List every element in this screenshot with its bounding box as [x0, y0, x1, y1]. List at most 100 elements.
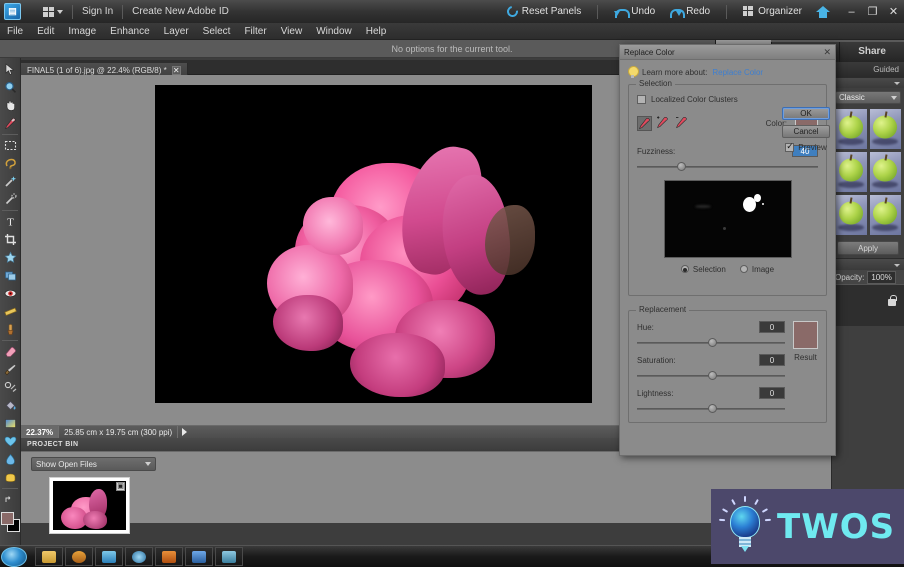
menu-select[interactable]: Select — [196, 23, 238, 40]
crop-tool[interactable] — [1, 231, 20, 248]
brush-tool[interactable] — [1, 361, 20, 378]
radio-selection[interactable]: Selection — [681, 265, 726, 274]
layer-list-item[interactable] — [832, 284, 904, 326]
move-tool[interactable] — [1, 61, 20, 78]
photo-canvas[interactable] — [155, 85, 592, 403]
zoom-level[interactable]: 22.37% — [21, 426, 59, 439]
organizer-button[interactable]: Organizer — [736, 6, 809, 17]
lightness-slider[interactable] — [637, 404, 785, 414]
sign-in-link[interactable]: Sign In — [82, 6, 113, 17]
eyedropper-add-icon[interactable] — [656, 116, 671, 131]
close-icon[interactable]: ✕ — [823, 48, 831, 57]
shape-tool[interactable] — [1, 433, 20, 450]
radio-image-input[interactable] — [740, 265, 748, 273]
bin-thumbnail[interactable]: ▣ — [49, 477, 130, 534]
paint-bucket-tool[interactable] — [1, 397, 20, 414]
taskbar-browser-icon[interactable] — [125, 547, 153, 566]
hue-slider[interactable] — [637, 338, 785, 348]
start-button-icon[interactable] — [1, 547, 27, 567]
eraser-tool[interactable] — [1, 343, 20, 360]
effect-thumbnail[interactable] — [835, 195, 867, 235]
menu-window[interactable]: Window — [309, 23, 359, 40]
menu-help[interactable]: Help — [359, 23, 394, 40]
healing-brush-tool[interactable] — [1, 321, 20, 338]
menu-file[interactable]: File — [0, 23, 30, 40]
hand-tool[interactable] — [1, 97, 20, 114]
swap-colors-icon[interactable] — [1, 491, 20, 508]
eyedropper-subtract-icon[interactable] — [675, 116, 690, 131]
lightness-input[interactable]: 0 — [759, 387, 785, 399]
red-eye-tool[interactable] — [1, 285, 20, 302]
minimize-button[interactable]: – — [841, 0, 862, 23]
reset-panels-button[interactable]: Reset Panels — [500, 6, 588, 17]
home-button[interactable] — [809, 6, 837, 18]
localized-color-clusters-checkbox[interactable] — [637, 95, 646, 104]
effect-thumbnail[interactable] — [870, 152, 902, 192]
close-icon[interactable]: ✕ — [172, 66, 181, 75]
preview-checkbox[interactable] — [785, 143, 794, 152]
taskbar-media-player-icon[interactable] — [65, 547, 93, 566]
selection-preview[interactable] — [664, 180, 792, 258]
guided-mode-label[interactable]: Guided — [873, 65, 899, 74]
color-swatches[interactable] — [1, 512, 20, 534]
marquee-tool[interactable] — [1, 137, 20, 154]
layout-grid-button[interactable] — [43, 7, 63, 17]
blur-tool[interactable] — [1, 451, 20, 468]
restore-button[interactable]: ❐ — [862, 0, 883, 23]
radio-selection-input[interactable] — [681, 265, 689, 273]
slider-knob[interactable] — [708, 338, 717, 347]
undo-button[interactable]: Undo — [607, 6, 662, 17]
saturation-input[interactable]: 0 — [759, 354, 785, 366]
cancel-button[interactable]: Cancel — [782, 125, 830, 138]
effect-thumbnail[interactable] — [870, 109, 902, 149]
slider-knob[interactable] — [708, 371, 717, 380]
create-adobe-id-link[interactable]: Create New Adobe ID — [132, 6, 229, 17]
effect-thumbnail[interactable] — [835, 109, 867, 149]
taskbar-photoshop-icon[interactable] — [155, 547, 183, 566]
tab-share[interactable]: Share — [839, 42, 904, 62]
type-tool[interactable]: T — [1, 213, 20, 230]
gradient-tool[interactable] — [1, 415, 20, 432]
foreground-color-swatch[interactable] — [1, 512, 14, 525]
recompose-tool[interactable] — [1, 267, 20, 284]
hue-input[interactable]: 0 — [759, 321, 785, 333]
bin-filter-select[interactable]: Show Open Files — [31, 457, 156, 471]
taskbar-explorer-icon[interactable] — [35, 547, 63, 566]
slider-knob[interactable] — [677, 162, 686, 171]
menu-edit[interactable]: Edit — [30, 23, 61, 40]
radio-image[interactable]: Image — [740, 265, 774, 274]
eyedropper-icon[interactable] — [637, 116, 652, 131]
effect-thumbnail[interactable] — [835, 152, 867, 192]
apply-button[interactable]: Apply — [837, 241, 899, 255]
lasso-tool[interactable] — [1, 155, 20, 172]
taskbar-document-icon[interactable] — [185, 547, 213, 566]
preview-toggle-row[interactable]: Preview — [782, 143, 830, 152]
sponge-tool[interactable] — [1, 469, 20, 486]
menu-enhance[interactable]: Enhance — [103, 23, 156, 40]
menu-image[interactable]: Image — [61, 23, 103, 40]
status-expand-icon[interactable] — [182, 428, 187, 436]
menu-view[interactable]: View — [274, 23, 310, 40]
localized-color-clusters-row[interactable]: Localized Color Clusters — [637, 95, 818, 104]
effect-thumbnail[interactable] — [870, 195, 902, 235]
layers-panel-header[interactable] — [832, 258, 904, 270]
eyedropper-tool[interactable] — [1, 115, 20, 132]
effects-category-select[interactable]: Classic — [835, 91, 901, 104]
menu-filter[interactable]: Filter — [237, 23, 273, 40]
clone-stamp-tool[interactable] — [1, 379, 20, 396]
menu-layer[interactable]: Layer — [157, 23, 196, 40]
cookie-cutter-tool[interactable] — [1, 249, 20, 266]
taskbar-app-icon[interactable] — [95, 547, 123, 566]
zoom-tool[interactable] — [1, 79, 20, 96]
slider-knob[interactable] — [708, 404, 717, 413]
quick-selection-tool[interactable] — [1, 191, 20, 208]
taskbar-misc-icon[interactable] — [215, 547, 243, 566]
fuzziness-slider[interactable] — [637, 162, 818, 172]
effects-panel-header[interactable] — [832, 77, 904, 88]
learn-more-link[interactable]: Replace Color — [712, 68, 763, 77]
close-button[interactable]: ✕ — [883, 0, 904, 23]
ok-button[interactable]: OK — [782, 107, 830, 120]
magic-wand-tool[interactable] — [1, 173, 20, 190]
straighten-tool[interactable] — [1, 303, 20, 320]
redo-button[interactable]: Redo — [662, 6, 717, 17]
